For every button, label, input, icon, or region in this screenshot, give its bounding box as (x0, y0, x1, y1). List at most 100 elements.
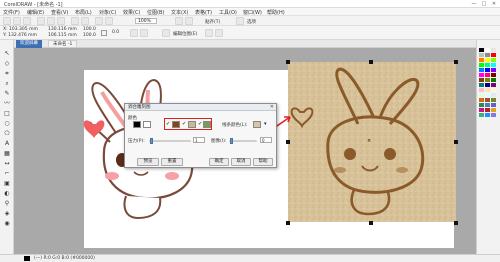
menu-edit[interactable]: 编辑(E) (27, 9, 44, 16)
shape-tool-icon[interactable]: ◇ (3, 60, 11, 67)
dropdown-arrow-icon[interactable]: ▾ (264, 121, 267, 127)
palette-swatch[interactable] (485, 48, 490, 52)
menu-help[interactable]: 帮助(H) (267, 9, 285, 16)
menu-file[interactable]: 文件(F) (3, 9, 20, 16)
palette-swatch[interactable] (485, 103, 490, 107)
save-icon[interactable] (23, 17, 31, 25)
pressure-slider-thumb[interactable] (150, 138, 153, 144)
new-document-icon[interactable] (3, 17, 11, 25)
tab-untitled-1[interactable]: 未命名 -1 (48, 40, 78, 48)
selection-handle-tr[interactable] (454, 60, 458, 64)
settings-icon[interactable] (236, 17, 244, 25)
selection-handle-tl[interactable] (286, 60, 290, 64)
pressure-slider-track[interactable] (149, 140, 191, 142)
open-icon[interactable] (13, 17, 21, 25)
palette-swatch[interactable] (479, 78, 484, 82)
palette-swatch[interactable] (485, 58, 490, 62)
selection-handle-tc[interactable] (369, 60, 373, 64)
selection-handle-ml[interactable] (286, 140, 290, 144)
polygon-tool-icon[interactable]: ⬠ (3, 130, 11, 137)
y-position-field[interactable]: Y: 132.476 mm (3, 33, 37, 38)
color-swatch-brown[interactable] (172, 121, 180, 128)
palette-swatch[interactable] (479, 88, 484, 92)
palette-swatch[interactable] (491, 58, 496, 62)
palette-swatch[interactable] (491, 48, 496, 52)
selection-handle-mr[interactable] (454, 140, 458, 144)
menu-text[interactable]: 文本(X) (171, 9, 188, 16)
color-swatch-green[interactable] (203, 121, 211, 128)
scale-y-field[interactable]: 100.0 (83, 33, 96, 38)
height-field[interactable]: 106.115 mm (48, 33, 77, 38)
import-icon[interactable] (95, 17, 103, 25)
palette-swatch[interactable] (479, 98, 484, 102)
minimize-button[interactable]: — (470, 1, 478, 7)
artistic-media-icon[interactable]: 〰 (3, 100, 11, 107)
palette-swatch[interactable] (491, 83, 496, 87)
palette-swatch[interactable] (479, 83, 484, 87)
palette-swatch[interactable] (485, 63, 490, 67)
palette-swatch[interactable] (491, 63, 496, 67)
palette-swatch[interactable] (479, 68, 484, 72)
table-tool-icon[interactable]: ▦ (3, 150, 11, 157)
palette-swatch[interactable] (491, 98, 496, 102)
tab-welcome-screen[interactable]: 欢迎屏幕 (16, 40, 42, 48)
cut-icon[interactable] (37, 17, 45, 25)
trace-bitmap-icon[interactable] (205, 29, 213, 37)
palette-swatch[interactable] (485, 113, 490, 117)
selection-handle-br[interactable] (454, 221, 458, 225)
bitmap-icon[interactable] (162, 29, 170, 37)
selection-handle-bc[interactable] (369, 221, 373, 225)
menu-window[interactable]: 窗口(W) (243, 9, 262, 16)
eyedropper-tool-icon[interactable]: ⚲ (3, 200, 11, 207)
smart-fill-icon[interactable]: ◉ (3, 220, 11, 227)
palette-swatch[interactable] (479, 108, 484, 112)
cancel-button[interactable]: 取消 (231, 158, 251, 166)
palette-swatch[interactable] (485, 78, 490, 82)
palette-swatch[interactable] (491, 53, 496, 57)
palette-swatch[interactable] (485, 98, 490, 102)
palette-swatch[interactable] (479, 53, 484, 57)
palette-swatch[interactable] (485, 88, 490, 92)
line-color-picker[interactable] (253, 121, 261, 128)
palette-swatch[interactable] (491, 68, 496, 72)
copy-icon[interactable] (47, 17, 55, 25)
menu-bitmaps[interactable]: 位图(B) (147, 9, 164, 16)
detail-slider-track[interactable] (229, 140, 257, 142)
lock-ratio-icon[interactable] (101, 30, 107, 36)
snap-to-menu[interactable]: 贴齐(T) (205, 19, 220, 25)
palette-swatch[interactable] (479, 113, 484, 117)
crop-icon[interactable] (215, 29, 223, 37)
rectangle-tool-icon[interactable]: □ (3, 110, 11, 117)
palette-swatch[interactable] (485, 53, 490, 57)
maximize-button[interactable]: □ (480, 1, 488, 7)
palette-swatch[interactable] (485, 108, 490, 112)
palette-swatch[interactable] (491, 88, 496, 92)
paste-icon[interactable] (57, 17, 65, 25)
menu-view[interactable]: 查看(V) (51, 9, 68, 16)
palette-swatch[interactable] (491, 103, 496, 107)
x-position-field[interactable]: X: 103.305 mm (3, 27, 38, 32)
connector-tool-icon[interactable]: ⌐ (3, 170, 11, 177)
zoom-tool-icon[interactable]: ⌕ (3, 80, 11, 87)
ellipse-tool-icon[interactable]: ○ (3, 120, 11, 127)
color-swatch-tan[interactable] (188, 121, 196, 128)
export-icon[interactable] (105, 17, 113, 25)
help-button[interactable]: 帮助 (253, 158, 273, 166)
ok-button[interactable]: 确定 (209, 158, 229, 166)
reset-button[interactable]: 重置 (161, 158, 183, 166)
menu-layout[interactable]: 布局(L) (75, 9, 92, 16)
dimension-tool-icon[interactable]: ↔ (3, 160, 11, 167)
menu-table[interactable]: 表格(T) (195, 9, 212, 16)
transparency-tool-icon[interactable]: ◐ (3, 190, 11, 197)
close-window-button[interactable]: ✕ (490, 1, 498, 7)
freehand-tool-icon[interactable]: ✎ (3, 90, 11, 97)
fullscreen-icon[interactable] (175, 17, 183, 25)
preview-button[interactable]: 预览 (137, 158, 159, 166)
redo-icon[interactable] (81, 17, 89, 25)
palette-swatch[interactable] (485, 83, 490, 87)
pressure-value-field[interactable]: 1 (193, 137, 205, 143)
detail-slider-thumb[interactable] (230, 138, 233, 144)
interactive-fill-icon[interactable]: ◈ (3, 210, 11, 217)
mirror-vertical-icon[interactable] (140, 29, 148, 37)
edit-bitmap-button[interactable]: 编辑位图(E) (173, 31, 197, 37)
